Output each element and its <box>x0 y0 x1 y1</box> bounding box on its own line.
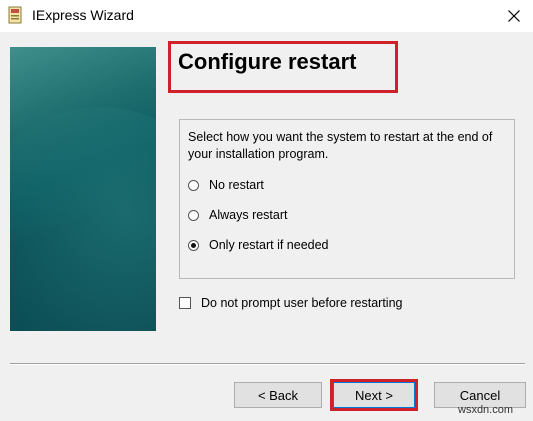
close-button[interactable] <box>495 0 533 32</box>
no-prompt-checkbox[interactable] <box>179 297 191 309</box>
radio-only-if-needed[interactable]: Only restart if needed <box>188 236 329 254</box>
wizard-side-image <box>10 47 156 331</box>
radio-label: No restart <box>209 178 264 192</box>
radio-button-selected[interactable] <box>188 239 199 251</box>
radio-label: Only restart if needed <box>209 238 329 252</box>
footer-divider <box>10 363 525 365</box>
no-prompt-checkbox-row[interactable]: Do not prompt user before restarting <box>179 294 403 312</box>
next-highlight-box <box>330 379 418 411</box>
checkbox-label: Do not prompt user before restarting <box>201 296 403 310</box>
restart-prompt: Select how you want the system to restar… <box>188 130 493 161</box>
radio-button[interactable] <box>188 179 199 191</box>
radio-button[interactable] <box>188 209 199 221</box>
close-icon <box>508 10 520 22</box>
iexpress-app-icon <box>8 6 22 24</box>
radio-always-restart[interactable]: Always restart <box>188 206 288 224</box>
title-bar: IExpress Wizard <box>0 0 533 32</box>
back-button[interactable]: < Back <box>234 382 322 408</box>
radio-label: Always restart <box>209 208 288 222</box>
window-title: IExpress Wizard <box>32 7 134 23</box>
watermark: wsxdn.com <box>458 404 514 416</box>
radio-no-restart[interactable]: No restart <box>188 176 264 194</box>
title-highlight-box <box>168 41 398 93</box>
